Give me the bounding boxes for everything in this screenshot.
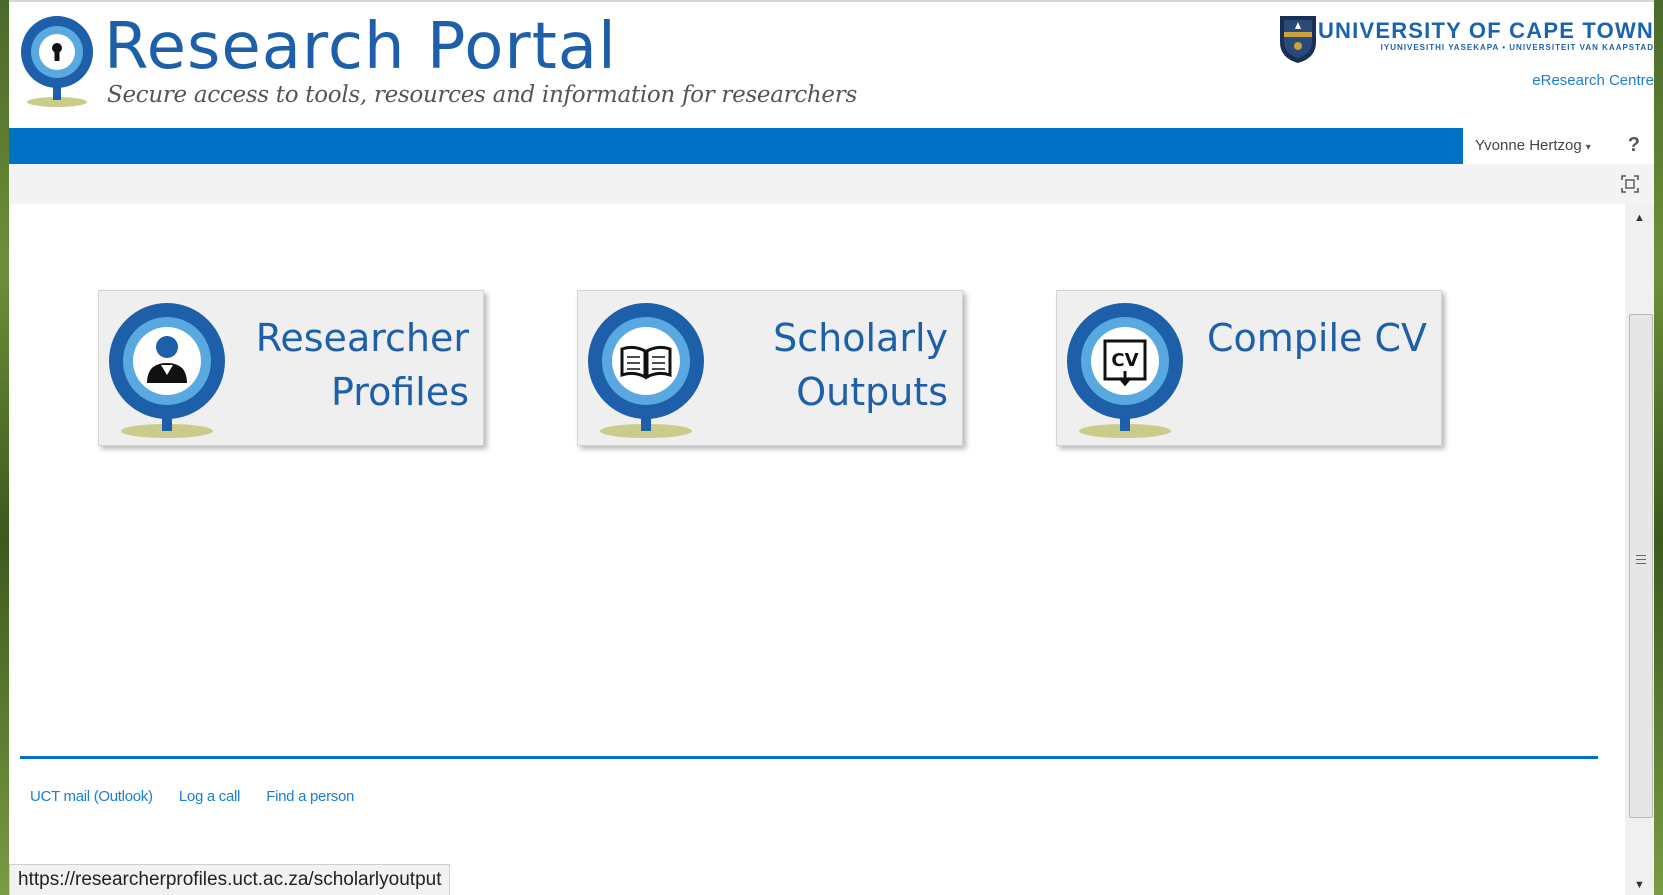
- footer-links: UCT mail (Outlook) Log a call Find a per…: [30, 788, 376, 805]
- footer-link-log-a-call[interactable]: Log a call: [179, 788, 241, 805]
- user-area: Yvonne Hertzog ▾ ?: [1463, 128, 1654, 164]
- cv-download-icon: CV: [1067, 303, 1183, 438]
- footer-link-find-a-person[interactable]: Find a person: [266, 788, 354, 805]
- eresearch-centre-link[interactable]: eResearch Centre: [1532, 72, 1654, 89]
- page-tagline: Secure access to tools, resources and in…: [107, 82, 857, 108]
- top-nav-bar: [9, 128, 1463, 164]
- keyhole-pin-logo-icon: [21, 16, 93, 107]
- chevron-down-icon: ▾: [1585, 142, 1591, 153]
- tile-label: Compile CV: [1206, 316, 1427, 360]
- tile-scholarly-outputs[interactable]: Scholarly Outputs: [577, 290, 963, 446]
- uct-crest-icon: [1280, 16, 1316, 63]
- window-edge-right: [1654, 0, 1663, 895]
- svg-text:CV: CV: [1111, 350, 1138, 371]
- university-name: UNIVERSITY OF CAPE TOWN: [1317, 18, 1654, 43]
- status-bar-url: https://researcherprofiles.uct.ac.za/sch…: [9, 864, 451, 895]
- tile-label: Scholarly Outputs: [773, 316, 948, 414]
- scrollbar-grip-icon: [1636, 555, 1646, 567]
- main-content: Researcher Profiles Scholarly Outputs CV…: [9, 204, 1625, 895]
- page-title: Research Portal: [104, 10, 617, 84]
- footer-link-uct-mail[interactable]: UCT mail (Outlook): [30, 788, 153, 805]
- user-menu[interactable]: Yvonne Hertzog ▾: [1475, 137, 1591, 154]
- window-edge-left: [0, 0, 9, 895]
- vertical-scrollbar[interactable]: ▲ ▼: [1625, 204, 1654, 895]
- user-name: Yvonne Hertzog: [1475, 137, 1582, 154]
- tile-label: Researcher Profiles: [255, 316, 469, 414]
- site-header: Research Portal Secure access to tools, …: [9, 2, 1654, 128]
- scroll-up-arrow-icon[interactable]: ▲: [1625, 208, 1654, 228]
- help-button[interactable]: ?: [1628, 134, 1640, 157]
- scrollbar-thumb[interactable]: [1629, 314, 1653, 818]
- scroll-down-arrow-icon[interactable]: ▼: [1625, 875, 1654, 895]
- focus-on-content-icon[interactable]: [1620, 174, 1640, 194]
- tile-compile-cv[interactable]: CV Compile CV: [1056, 290, 1442, 446]
- footer-divider: [20, 756, 1598, 759]
- person-icon: [109, 303, 225, 438]
- book-icon: [588, 303, 704, 438]
- tile-researcher-profiles[interactable]: Researcher Profiles: [98, 290, 484, 446]
- university-subtitle: IYUNIVESITHI YASEKAPA • UNIVERSITEIT VAN…: [1380, 43, 1654, 52]
- ribbon-bar: [9, 164, 1654, 204]
